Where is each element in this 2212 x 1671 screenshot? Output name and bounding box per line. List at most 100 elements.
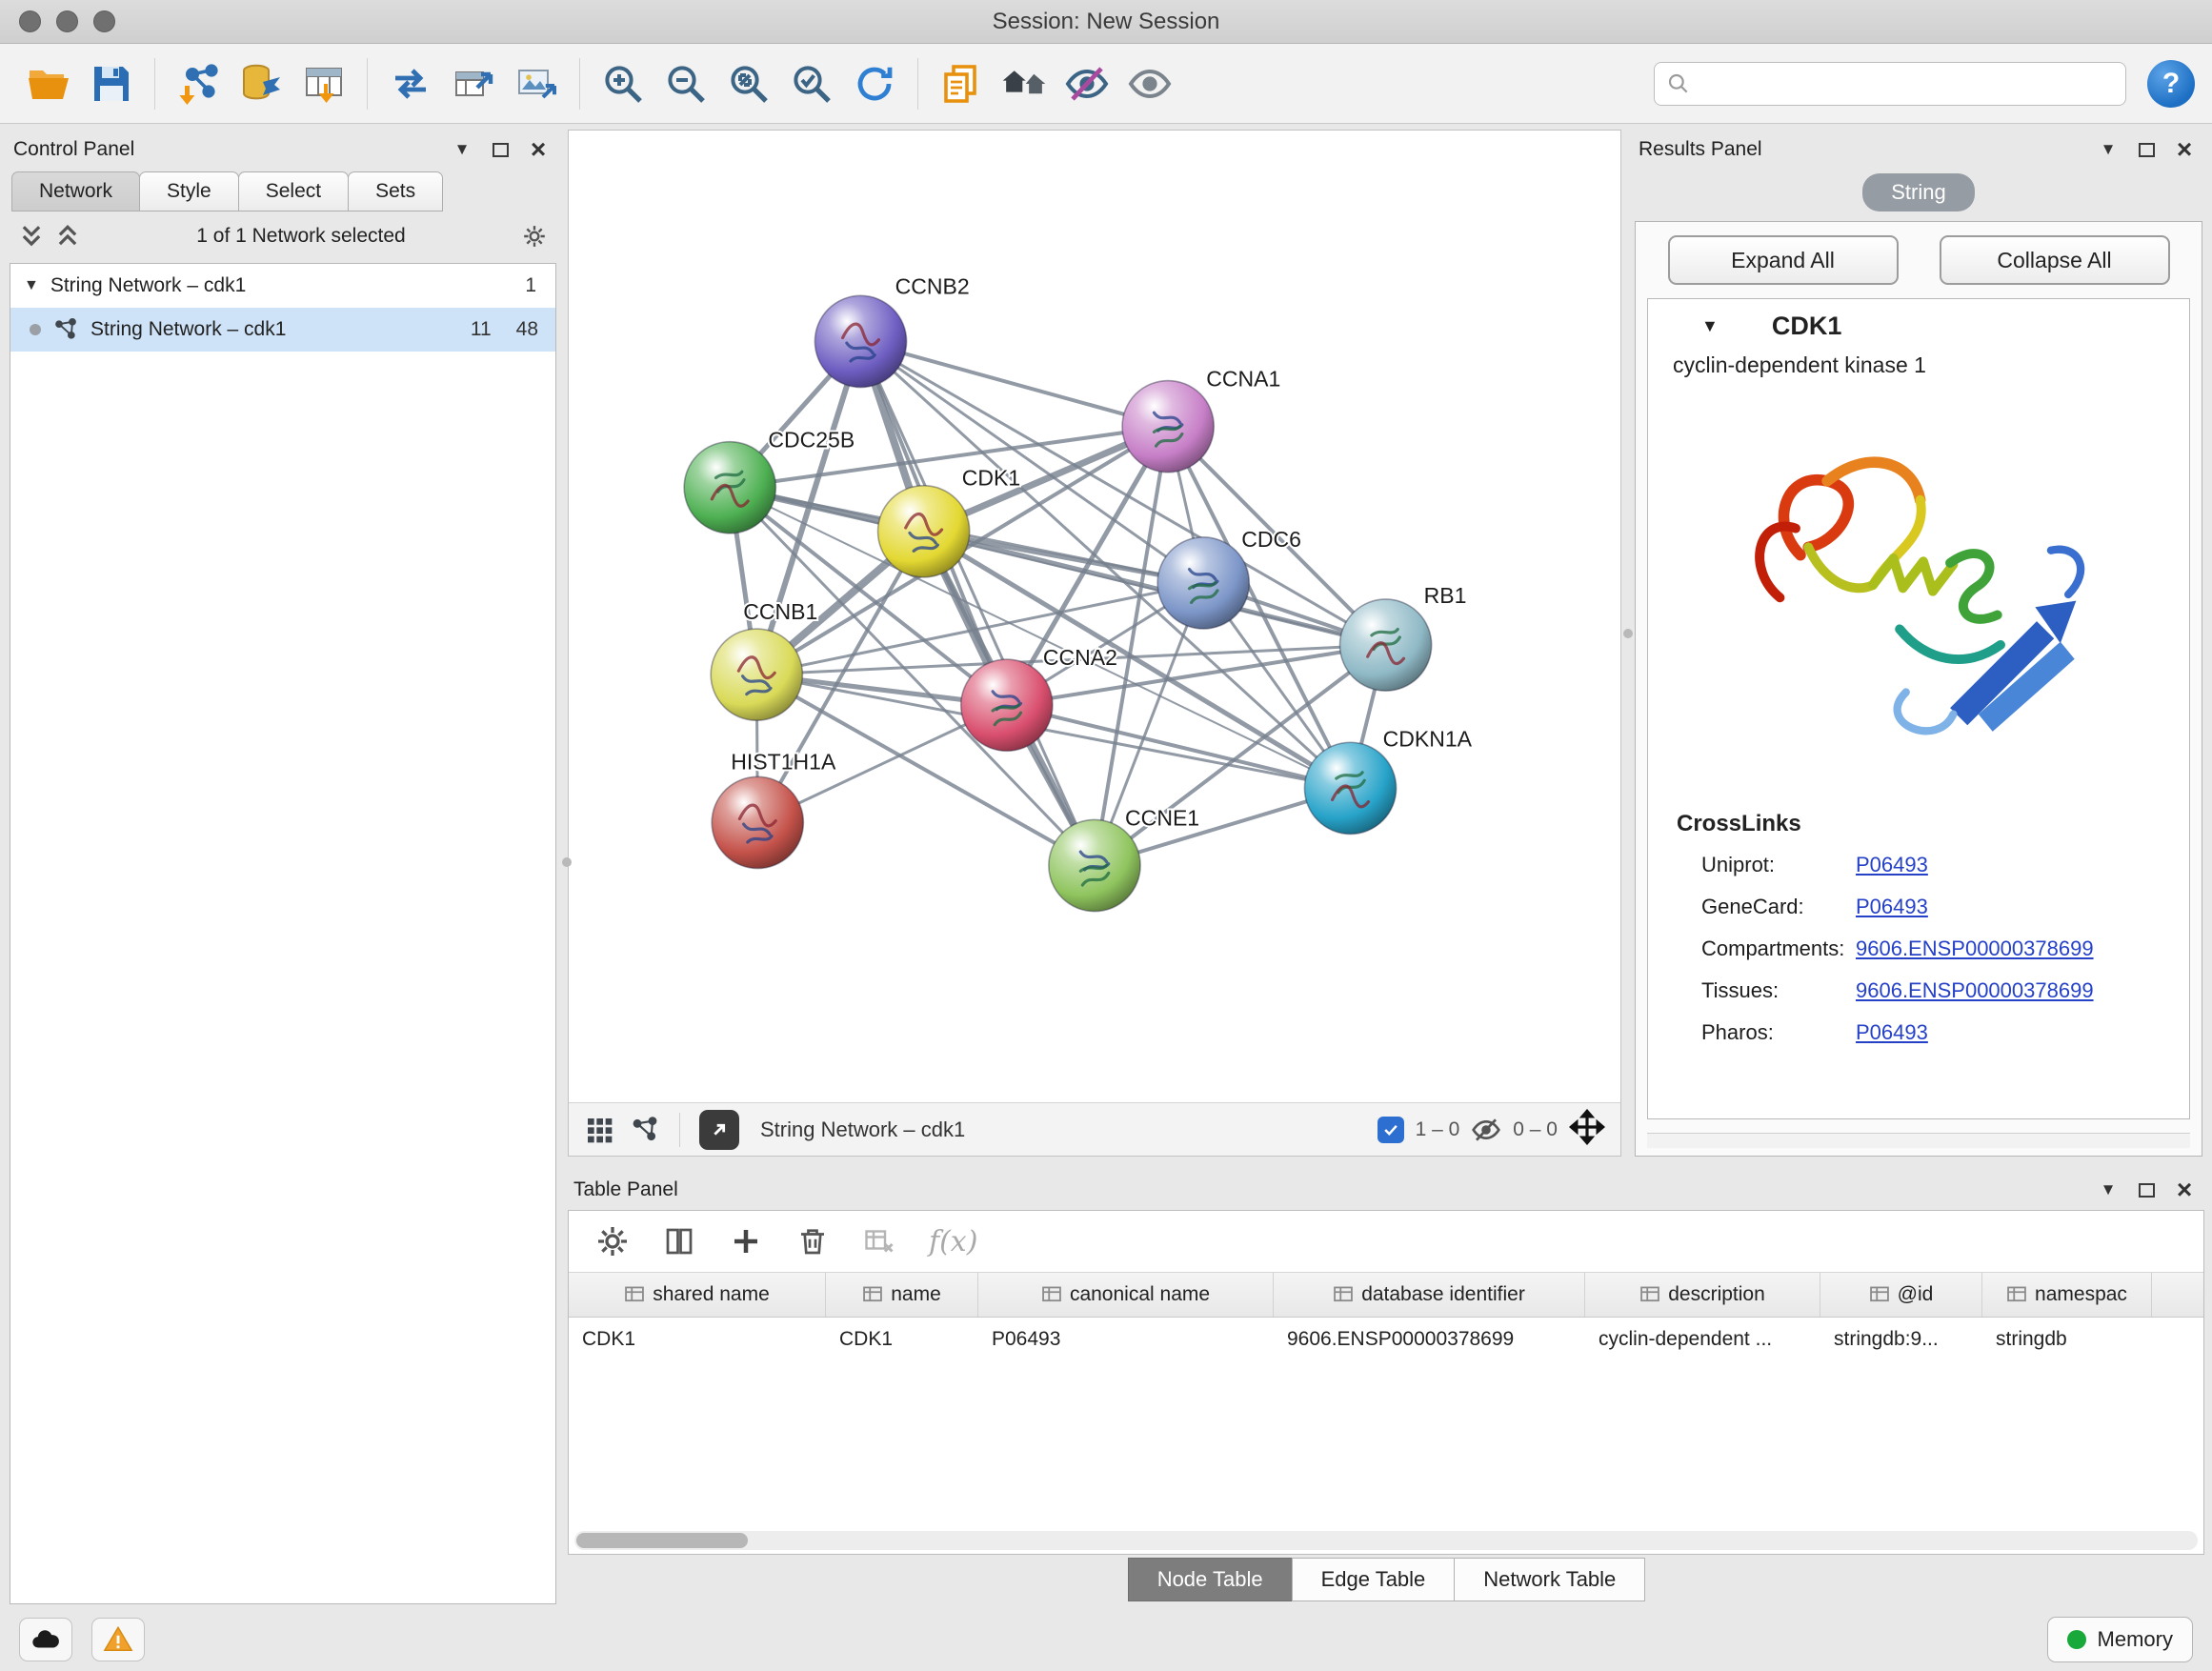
open-session-button[interactable] <box>17 52 80 115</box>
panel-menu-button[interactable]: ▼ <box>2094 1178 2122 1202</box>
crosslink-link[interactable]: P06493 <box>1856 853 1928 877</box>
search-input[interactable] <box>1699 71 2114 96</box>
gear-icon[interactable] <box>522 224 547 249</box>
results-scrollbar[interactable] <box>1647 1133 2190 1148</box>
column-header-shared-name[interactable]: shared name <box>569 1273 826 1317</box>
tab-node-table[interactable]: Node Table <box>1128 1558 1293 1601</box>
table-cell[interactable]: CDK1 <box>569 1318 826 1361</box>
share-network-icon[interactable] <box>630 1115 660 1145</box>
tab-edge-table[interactable]: Edge Table <box>1292 1558 1456 1601</box>
node-CCNA1[interactable]: CCNA1 <box>1122 367 1280 473</box>
node-CCNB2[interactable]: CCNB2 <box>814 273 969 387</box>
collapse-all-icon[interactable] <box>19 224 44 249</box>
network-row-selected[interactable]: String Network – cdk1 11 48 <box>10 308 555 352</box>
panel-menu-button[interactable]: ▼ <box>2094 137 2122 162</box>
maximize-window-button[interactable] <box>93 10 115 32</box>
close-panel-button[interactable]: × <box>2170 1178 2199 1202</box>
collapse-all-button[interactable]: Collapse All <box>1940 235 2170 285</box>
minimize-window-button[interactable] <box>56 10 78 32</box>
zoom-fit-button[interactable] <box>717 52 780 115</box>
node-CDKN1A[interactable]: CDKN1A <box>1304 726 1472 834</box>
close-panel-button[interactable]: × <box>2170 137 2199 162</box>
column-header-name[interactable]: name <box>826 1273 978 1317</box>
close-panel-button[interactable]: × <box>524 137 553 162</box>
tab-select[interactable]: Select <box>238 171 349 211</box>
memory-button[interactable]: Memory <box>2047 1617 2193 1662</box>
save-session-button[interactable] <box>80 52 143 115</box>
tab-network[interactable]: Network <box>11 171 140 211</box>
edge-count: 48 <box>516 318 538 341</box>
node-CCNB1[interactable]: CCNB1 <box>711 599 817 720</box>
zoom-out-button[interactable] <box>654 52 717 115</box>
table-cell[interactable]: P06493 <box>978 1318 1274 1361</box>
node-HIST1H1A[interactable]: HIST1H1A <box>712 749 836 868</box>
float-panel-button[interactable] <box>2132 1178 2161 1202</box>
crosslink-link[interactable]: P06493 <box>1856 1020 1928 1045</box>
selected-checkbox-icon[interactable] <box>1377 1117 1404 1143</box>
clone-network-button[interactable] <box>930 52 993 115</box>
table-cell[interactable]: stringdb <box>1982 1318 2152 1361</box>
splitter-handle[interactable] <box>1623 629 1633 638</box>
table-cell[interactable]: 9606.ENSP00000378699 <box>1274 1318 1585 1361</box>
column-header-canonical-name[interactable]: canonical name <box>978 1273 1274 1317</box>
column-header-namespac[interactable]: namespac <box>1982 1273 2152 1317</box>
tab-style[interactable]: Style <box>139 171 239 211</box>
import-network-file-button[interactable] <box>167 52 230 115</box>
cloud-status-button[interactable] <box>19 1618 72 1661</box>
zoom-in-button[interactable] <box>592 52 654 115</box>
warnings-button[interactable] <box>91 1618 145 1661</box>
column-header--id[interactable]: @id <box>1820 1273 1982 1317</box>
edge-CCNB2-CCNE1[interactable] <box>861 341 1095 865</box>
hide-selected-button[interactable] <box>1056 52 1118 115</box>
eye-slash-icon <box>1064 61 1110 107</box>
delete-column-icon[interactable] <box>795 1224 830 1258</box>
import-network-database-button[interactable] <box>230 52 292 115</box>
expand-all-button[interactable]: Expand All <box>1668 235 1899 285</box>
node-RB1[interactable]: RB1 <box>1340 583 1467 691</box>
collapse-triangle-icon[interactable]: ▼ <box>24 277 39 294</box>
node-CDK1[interactable]: CDK1 <box>878 466 1021 577</box>
table-row[interactable]: CDK1CDK1P064939606.ENSP00000378699cyclin… <box>569 1318 2203 1361</box>
close-window-button[interactable] <box>19 10 41 32</box>
collapse-triangle-icon[interactable]: ▼ <box>1701 316 1719 336</box>
fit-content-button[interactable] <box>1569 1109 1605 1151</box>
tab-sets[interactable]: Sets <box>348 171 443 211</box>
network-graph[interactable]: CCNB2CCNA1CDC25BCDK1CDC6RB1CCNB1CCNA2CDK… <box>569 131 1620 1102</box>
network-canvas[interactable]: CCNB2CCNA1CDC25BCDK1CDC6RB1CCNB1CCNA2CDK… <box>569 131 1620 1102</box>
current-network-dot <box>30 324 41 335</box>
add-column-icon[interactable] <box>729 1224 763 1258</box>
column-header-description[interactable]: description <box>1585 1273 1820 1317</box>
node-CDC6[interactable]: CDC6 <box>1157 527 1301 629</box>
tab-string[interactable]: String <box>1862 173 1974 211</box>
crosslink-link[interactable]: 9606.ENSP00000378699 <box>1856 936 2094 961</box>
table-cell[interactable]: stringdb:9... <box>1820 1318 1982 1361</box>
network-collection-row[interactable]: ▼ String Network – cdk1 1 <box>10 264 555 308</box>
home-levels-button[interactable] <box>993 52 1056 115</box>
new-network-from-selection-button[interactable] <box>379 52 442 115</box>
crosslink-link[interactable]: P06493 <box>1856 895 1928 919</box>
expand-all-icon[interactable] <box>55 224 80 249</box>
float-panel-button[interactable] <box>486 137 514 162</box>
table-scrollbar[interactable] <box>574 1531 2198 1550</box>
import-table-button[interactable] <box>292 52 355 115</box>
grid-view-icon[interactable] <box>584 1115 614 1145</box>
refresh-button[interactable] <box>843 52 906 115</box>
show-columns-icon[interactable] <box>662 1224 696 1258</box>
zoom-selected-button[interactable] <box>780 52 843 115</box>
help-button[interactable]: ? <box>2147 60 2195 108</box>
gear-icon[interactable] <box>595 1224 630 1258</box>
show-all-button[interactable] <box>1118 52 1181 115</box>
export-image-button[interactable] <box>505 52 568 115</box>
table-cell[interactable]: cyclin-dependent ... <box>1585 1318 1820 1361</box>
crosslink-link[interactable]: 9606.ENSP00000378699 <box>1856 978 2094 1003</box>
float-panel-button[interactable] <box>2132 137 2161 162</box>
new-table-button[interactable] <box>442 52 505 115</box>
panel-menu-button[interactable]: ▼ <box>448 137 476 162</box>
arrow-up-right-icon <box>706 1117 733 1143</box>
open-in-browser-button[interactable] <box>699 1110 739 1150</box>
scrollbar-thumb[interactable] <box>576 1533 748 1548</box>
tab-network-table[interactable]: Network Table <box>1454 1558 1645 1601</box>
window-title: Session: New Session <box>993 9 1220 35</box>
column-header-database-identifier[interactable]: database identifier <box>1274 1273 1585 1317</box>
table-cell[interactable]: CDK1 <box>826 1318 978 1361</box>
